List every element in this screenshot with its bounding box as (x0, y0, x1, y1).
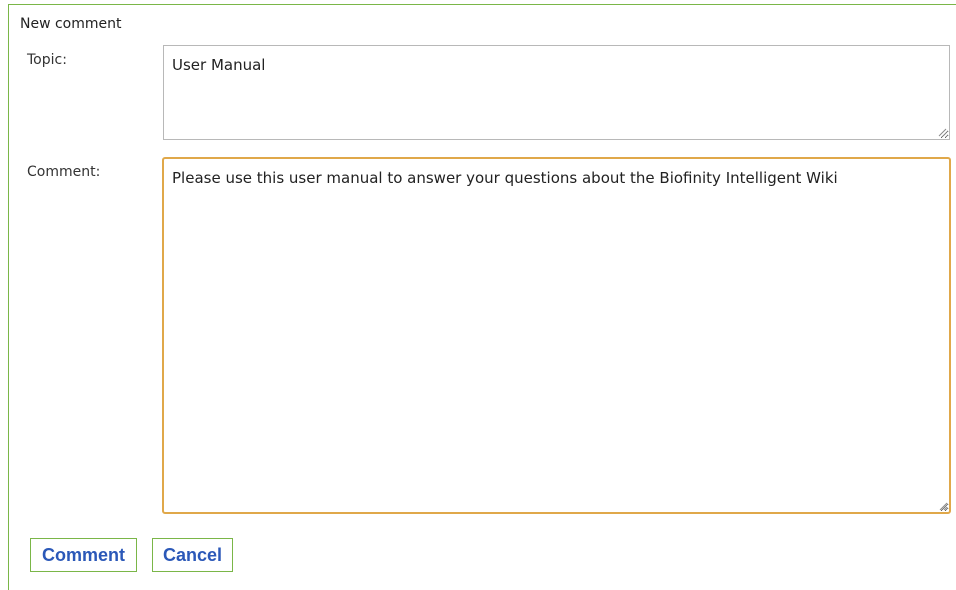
topic-label: Topic: (27, 52, 67, 68)
resize-grip-icon[interactable] (937, 127, 947, 137)
topic-field[interactable]: User Manual (163, 45, 950, 140)
cancel-button[interactable]: Cancel (152, 538, 233, 572)
comment-button[interactable]: Comment (30, 538, 137, 572)
comment-label: Comment: (27, 164, 101, 180)
resize-grip-icon[interactable] (938, 501, 948, 511)
panel-title: New comment (20, 16, 122, 32)
comment-field[interactable]: Please use this user manual to answer yo… (162, 157, 951, 514)
